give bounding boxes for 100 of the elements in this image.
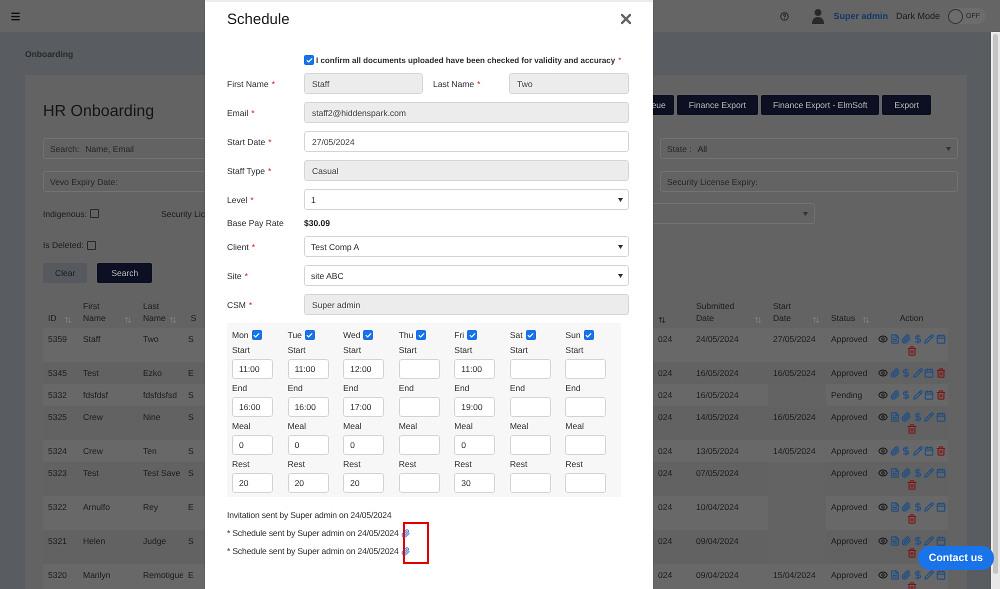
sort-icon[interactable] (658, 316, 666, 324)
calendar-icon[interactable] (936, 570, 946, 580)
close-button[interactable] (618, 11, 634, 27)
time-field[interactable] (398, 435, 440, 455)
time-field[interactable] (398, 359, 440, 379)
dollar-icon[interactable] (912, 502, 923, 512)
time-field[interactable] (565, 435, 606, 455)
eye-icon[interactable] (878, 536, 888, 546)
select-field[interactable]: Test Comp A (304, 236, 629, 257)
dollar-icon[interactable] (912, 570, 923, 580)
calendar-icon[interactable] (924, 390, 934, 400)
time-field[interactable]: 20 (343, 473, 384, 493)
time-field[interactable]: 0 (343, 435, 384, 455)
pencil-icon[interactable] (924, 468, 934, 478)
trash-icon[interactable] (936, 390, 946, 400)
avatar-icon[interactable] (811, 8, 826, 24)
time-field[interactable]: 19:00 (454, 397, 496, 417)
toolbar-button[interactable]: Export (882, 95, 931, 115)
toolbar-button[interactable]: Finance Export (676, 95, 758, 115)
time-field[interactable]: 11:00 (454, 359, 496, 379)
calendar-icon[interactable] (936, 502, 946, 512)
day-checkbox[interactable] (584, 330, 594, 340)
trash-icon[interactable] (936, 368, 946, 378)
time-field[interactable] (510, 473, 551, 493)
document-icon[interactable] (890, 334, 900, 344)
pencil-icon[interactable] (924, 570, 934, 580)
eye-icon[interactable] (878, 446, 888, 456)
day-checkbox[interactable] (363, 330, 374, 340)
eye-icon[interactable] (878, 570, 888, 580)
input-field[interactable]: 27/05/2024 (304, 131, 629, 152)
time-field[interactable] (565, 397, 606, 417)
time-field[interactable] (510, 397, 551, 417)
calendar-icon[interactable] (936, 412, 946, 422)
pencil-icon[interactable] (912, 368, 923, 378)
time-field[interactable]: 20 (232, 473, 273, 493)
paperclip-icon[interactable] (901, 536, 912, 546)
document-icon[interactable] (890, 412, 900, 422)
dollar-icon[interactable] (901, 390, 912, 400)
time-field[interactable] (510, 359, 551, 379)
input-field[interactable]: Two (509, 73, 629, 94)
trash-icon[interactable] (907, 480, 917, 490)
trash-icon[interactable] (936, 446, 946, 456)
eye-icon[interactable] (878, 502, 888, 512)
time-field[interactable]: 20 (288, 473, 329, 493)
time-field[interactable]: 16:00 (232, 397, 273, 417)
time-field[interactable]: 0 (288, 435, 329, 455)
eye-icon[interactable] (878, 390, 888, 400)
day-checkbox[interactable] (526, 330, 536, 340)
sort-icon[interactable] (64, 316, 72, 324)
help-icon[interactable] (780, 12, 790, 20)
pencil-icon[interactable] (924, 536, 934, 546)
document-icon[interactable] (890, 536, 900, 546)
time-field[interactable]: 0 (232, 435, 273, 455)
paperclip-icon[interactable] (901, 412, 912, 422)
select-field[interactable]: site ABC (304, 265, 629, 286)
time-field[interactable]: 12:00 (343, 359, 384, 379)
calendar-icon[interactable] (936, 334, 946, 344)
eye-icon[interactable] (878, 412, 888, 422)
time-field[interactable]: 17:00 (343, 397, 384, 417)
day-checkbox[interactable] (304, 330, 315, 340)
pencil-icon[interactable] (924, 412, 934, 422)
eye-icon[interactable] (878, 334, 888, 344)
trash-icon[interactable] (907, 424, 917, 434)
day-checkbox[interactable] (416, 330, 426, 340)
day-checkbox[interactable] (252, 330, 262, 340)
paperclip-icon[interactable] (901, 334, 912, 344)
eye-icon[interactable] (878, 468, 888, 478)
calendar-icon[interactable] (924, 368, 934, 378)
sort-icon[interactable] (754, 316, 762, 324)
time-field[interactable] (565, 473, 606, 493)
paperclip-icon[interactable] (400, 528, 410, 538)
sort-icon[interactable] (862, 316, 870, 324)
time-field[interactable]: 11:00 (288, 359, 329, 379)
dollar-icon[interactable] (912, 536, 923, 546)
pencil-icon[interactable] (924, 334, 934, 344)
paperclip-icon[interactable] (901, 468, 912, 478)
confirm-checkbox[interactable] (304, 55, 314, 65)
security-expiry-field[interactable]: Security License Expiry: (660, 171, 958, 192)
calendar-icon[interactable] (936, 468, 946, 478)
search-button[interactable]: Search (97, 263, 152, 283)
calendar-icon[interactable] (924, 446, 934, 456)
trash-icon[interactable] (907, 514, 917, 524)
trash-icon[interactable] (907, 548, 917, 558)
paperclip-icon[interactable] (901, 570, 912, 580)
sort-icon[interactable] (169, 316, 177, 324)
input-field[interactable]: Super admin (304, 294, 629, 315)
paperclip-icon[interactable] (890, 368, 900, 378)
input-field[interactable]: Casual (304, 160, 629, 181)
document-icon[interactable] (890, 468, 900, 478)
vevo-expiry-field[interactable]: Vevo Expiry Date: (43, 171, 205, 192)
pencil-icon[interactable] (912, 446, 923, 456)
time-field[interactable] (565, 359, 606, 379)
scrollbar[interactable] (991, 32, 1000, 589)
sort-icon[interactable] (124, 316, 132, 324)
contact-button[interactable]: Contact us (918, 546, 994, 570)
pencil-icon[interactable] (912, 390, 923, 400)
dollar-icon[interactable] (912, 334, 923, 344)
time-field[interactable]: 16:00 (288, 397, 329, 417)
eye-icon[interactable] (878, 368, 888, 378)
trash-icon[interactable] (907, 582, 917, 589)
